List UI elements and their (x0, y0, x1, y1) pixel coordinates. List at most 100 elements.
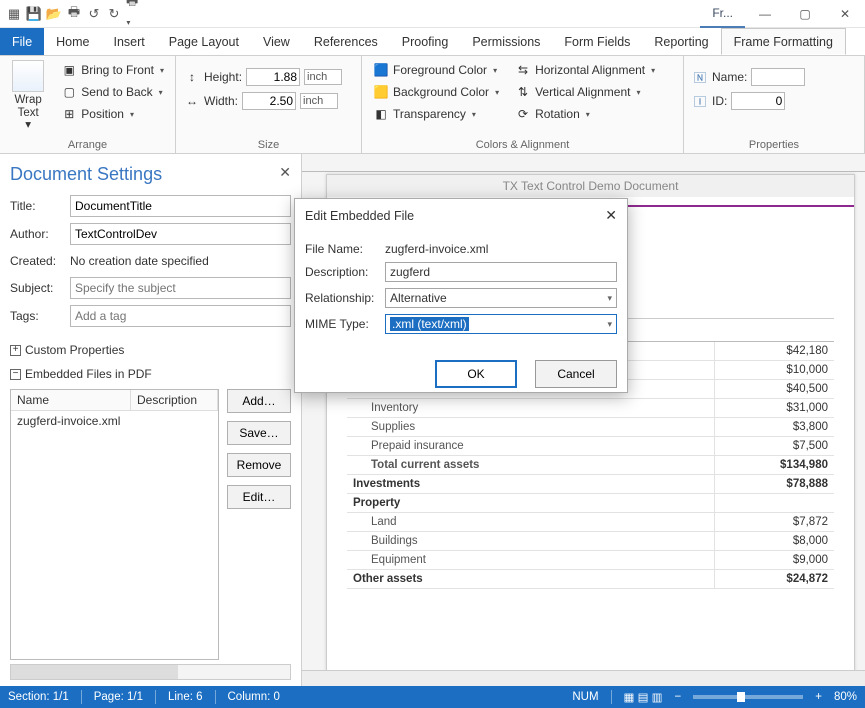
save-button[interactable]: Save… (227, 421, 291, 445)
transparency-button[interactable]: ◧Transparency▾ (370, 104, 502, 124)
foreground-color-button[interactable]: 🟦Foreground Color▾ (370, 60, 502, 80)
tab-view[interactable]: View (251, 28, 302, 55)
prop-id-label: ID: (712, 94, 727, 108)
background-color-button[interactable]: 🟨Background Color▾ (370, 82, 502, 102)
tab-reporting[interactable]: Reporting (642, 28, 720, 55)
ok-button[interactable]: OK (435, 360, 517, 388)
custom-properties-section[interactable]: +Custom Properties (10, 343, 291, 357)
title-label: Title: (10, 199, 64, 213)
bring-to-front-button[interactable]: ▣Bring to Front▾ (58, 60, 167, 80)
relationship-combo[interactable]: Alternative▾ (385, 288, 617, 308)
wrap-text-button[interactable]: Wrap Text ▾ (8, 60, 48, 132)
position-button[interactable]: ⊞Position▾ (58, 104, 167, 124)
system-title-bar: ▦ 💾 📂 🖶 ↺ ↻ 🖶▾ Fr... — ▢ ✕ (0, 0, 865, 28)
width-input[interactable] (242, 92, 296, 110)
tags-input[interactable] (70, 305, 291, 327)
edit-button[interactable]: Edit… (227, 485, 291, 509)
zoom-in-button[interactable]: + (815, 691, 822, 703)
status-num: NUM (572, 691, 598, 703)
author-label: Author: (10, 227, 64, 241)
author-input[interactable] (70, 223, 291, 245)
redo-icon[interactable]: ↻ (106, 6, 122, 22)
description-label: Description: (305, 265, 385, 279)
bg-color-icon: 🟨 (373, 84, 389, 100)
ribbon: Wrap Text ▾ ▣Bring to Front▾ ▢Send to Ba… (0, 56, 865, 154)
zoom-out-button[interactable]: − (675, 691, 682, 703)
width-icon: ↔ (184, 93, 200, 109)
status-line: Line: 6 (168, 691, 203, 703)
width-label: Width: (204, 94, 238, 108)
transparency-icon: ◧ (373, 106, 389, 122)
undo-icon[interactable]: ↺ (86, 6, 102, 22)
prop-name-label: Name: (712, 70, 747, 84)
table-row: Supplies$3,800 (347, 418, 834, 437)
col-name: Name (11, 390, 131, 410)
send-to-back-button[interactable]: ▢Send to Back▾ (58, 82, 167, 102)
view-mode-icons[interactable]: ▦ ▤ ▥ (624, 690, 663, 704)
sidebar-scrollbar[interactable] (10, 664, 291, 680)
tab-form-fields[interactable]: Form Fields (552, 28, 642, 55)
chevron-down-icon: ▾ (607, 293, 612, 304)
mime-combo[interactable]: .xml (text/xml)▾ (385, 314, 617, 334)
tab-permissions[interactable]: Permissions (460, 28, 552, 55)
collapse-icon: − (10, 369, 21, 380)
zoom-slider[interactable] (693, 695, 803, 699)
close-panel-button[interactable]: ✕ (279, 164, 291, 181)
height-icon: ↕ (184, 69, 200, 85)
tags-label: Tags: (10, 309, 64, 323)
print-icon[interactable]: 🖶 (66, 6, 82, 22)
vertical-alignment-button[interactable]: ⇅Vertical Alignment▾ (512, 82, 658, 102)
tab-insert[interactable]: Insert (102, 28, 157, 55)
horizontal-alignment-button[interactable]: ⇆Horizontal Alignment▾ (512, 60, 658, 80)
prop-id-input[interactable] (731, 92, 785, 110)
save-icon[interactable]: 💾 (26, 6, 42, 22)
tab-file[interactable]: File (0, 28, 44, 55)
height-input[interactable] (246, 68, 300, 86)
table-row: Inventory$31,000 (347, 399, 834, 418)
id-prop-icon: 🄸 (692, 93, 708, 109)
add-button[interactable]: Add… (227, 389, 291, 413)
open-icon[interactable]: 📂 (46, 6, 62, 22)
maximize-button[interactable]: ▢ (785, 0, 825, 28)
tab-frame-formatting[interactable]: Frame Formatting (721, 28, 846, 55)
embedded-files-section[interactable]: −Embedded Files in PDF (10, 367, 291, 381)
app-icon: ▦ (6, 6, 22, 22)
tab-proofing[interactable]: Proofing (390, 28, 461, 55)
group-label-arrange: Arrange (8, 137, 167, 151)
chevron-down-icon: ▾ (607, 319, 612, 330)
contextual-tab-label: Fr... (700, 0, 745, 28)
remove-button[interactable]: Remove (227, 453, 291, 477)
mime-label: MIME Type: (305, 317, 385, 331)
rotation-icon: ⟳ (515, 106, 531, 122)
group-label-size: Size (184, 137, 353, 151)
title-input[interactable] (70, 195, 291, 217)
prop-name-input[interactable] (751, 68, 805, 86)
filename-label: File Name: (305, 242, 385, 256)
position-icon: ⊞ (61, 106, 77, 122)
tab-references[interactable]: References (302, 28, 390, 55)
relationship-label: Relationship: (305, 291, 385, 305)
table-row: Buildings$8,000 (347, 532, 834, 551)
width-unit[interactable]: inch (300, 93, 338, 109)
subject-input[interactable] (70, 277, 291, 299)
description-input[interactable]: zugferd (385, 262, 617, 282)
embedded-files-list[interactable]: Name Description zugferd-invoice.xml (10, 389, 219, 660)
horizontal-ruler[interactable] (302, 154, 865, 172)
tab-home[interactable]: Home (44, 28, 101, 55)
status-bar: Section: 1/1 Page: 1/1 Line: 6 Column: 0… (0, 686, 865, 708)
status-section: Section: 1/1 (8, 691, 69, 703)
tab-page-layout[interactable]: Page Layout (157, 28, 251, 55)
dialog-close-button[interactable]: ✕ (605, 207, 617, 224)
table-row: Property (347, 494, 834, 513)
group-label-colors: Colors & Alignment (370, 137, 675, 151)
close-window-button[interactable]: ✕ (825, 0, 865, 28)
document-scrollbar[interactable] (302, 670, 865, 686)
height-unit[interactable]: inch (304, 69, 342, 85)
minimize-button[interactable]: — (745, 0, 785, 28)
embedded-file-row[interactable]: zugferd-invoice.xml (11, 411, 218, 431)
cancel-button[interactable]: Cancel (535, 360, 617, 388)
rotation-button[interactable]: ⟳Rotation▾ (512, 104, 658, 124)
halign-icon: ⇆ (515, 62, 531, 78)
subject-label: Subject: (10, 281, 64, 295)
print-preview-icon[interactable]: 🖶▾ (126, 6, 142, 22)
